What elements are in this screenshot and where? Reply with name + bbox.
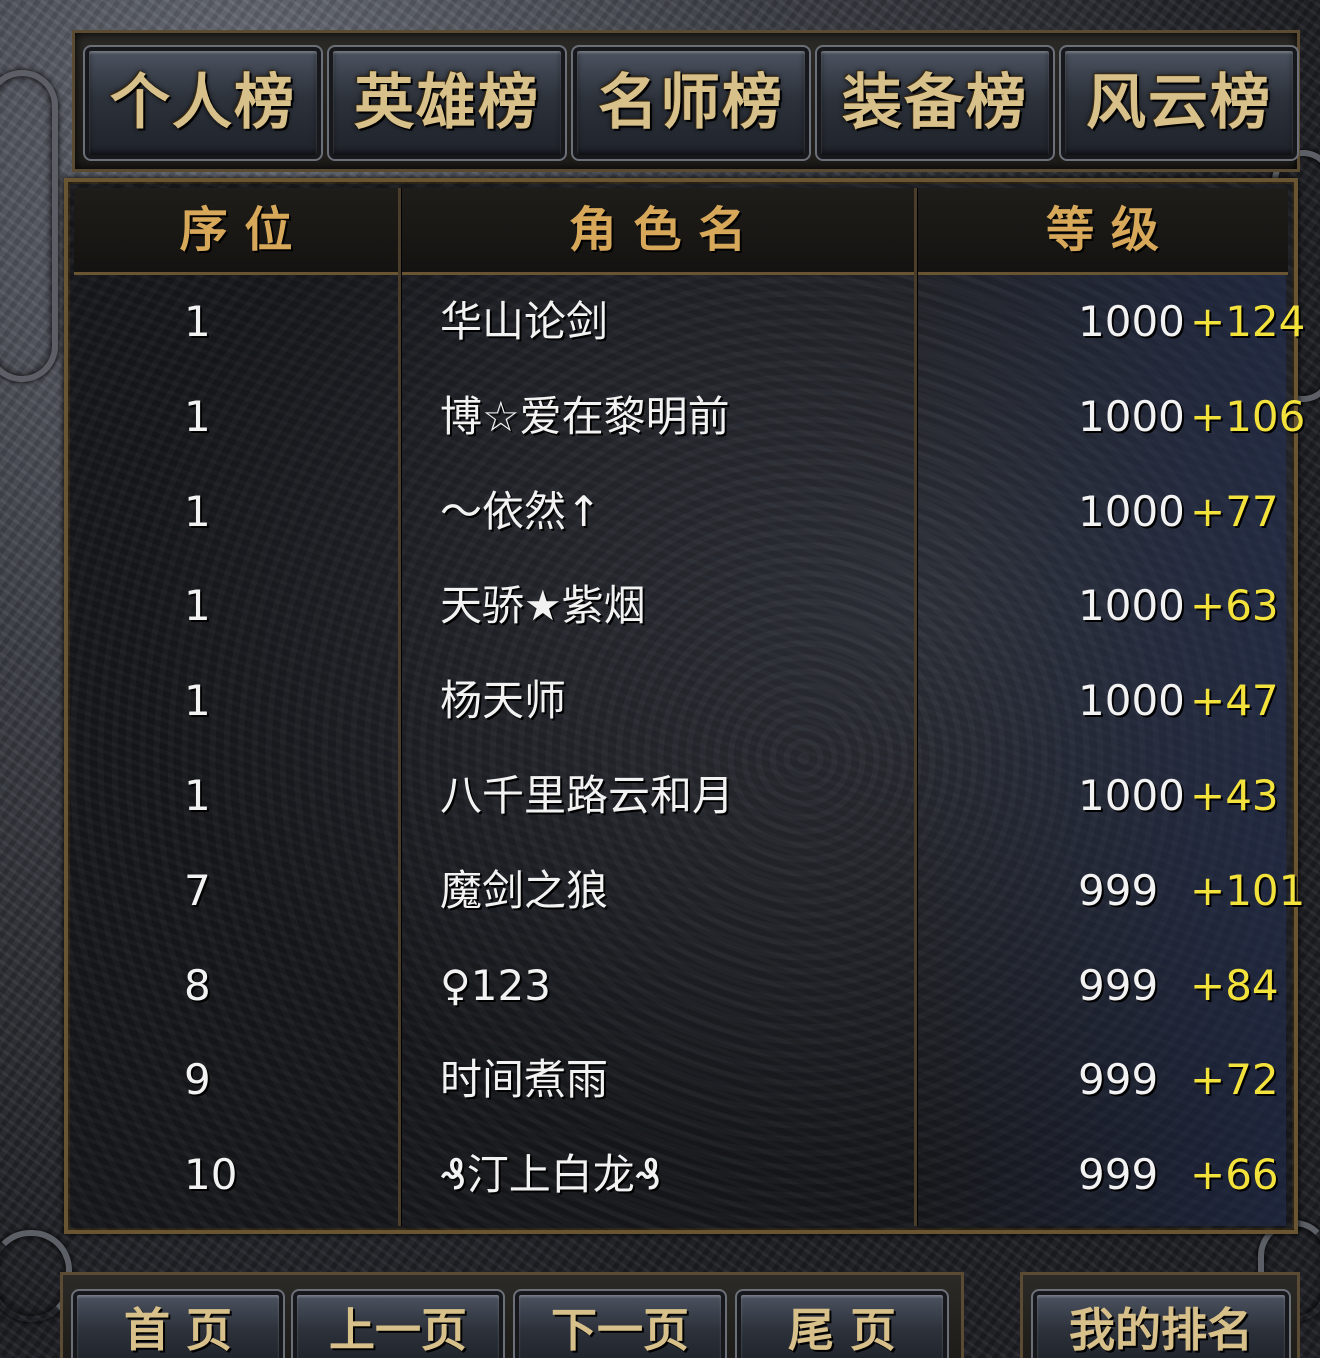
- tab-fengyun-ranking[interactable]: 风云榜: [1059, 45, 1299, 161]
- ranking-table: 序 位 角 色 名 等 级 1 华山论剑 1000 +124 1 博☆爱在黎明前 1000 +…: [64, 178, 1305, 1234]
- table-row[interactable]: 1 ～依然↑ 1000 +77: [74, 464, 1288, 559]
- level-cell: 999: [1078, 865, 1159, 915]
- character-name-cell: 八千里路云和月: [440, 771, 735, 820]
- tab-personal-ranking[interactable]: 个人榜: [83, 45, 323, 161]
- tab-equipment-ranking[interactable]: 装备榜: [815, 45, 1055, 161]
- level-bonus-cell: +63: [1190, 581, 1279, 631]
- level-bonus-cell: +124: [1190, 297, 1306, 346]
- character-name-cell: 杨天师: [440, 676, 567, 726]
- rank-cell: 1: [184, 391, 211, 441]
- rank-cell: 1: [184, 581, 211, 631]
- rank-cell: 10: [184, 1150, 238, 1200]
- header-level: 等 级: [1046, 202, 1159, 258]
- my-rank-button[interactable]: 我的排名: [1031, 1289, 1291, 1358]
- character-name-cell: 天骄★紫烟: [440, 581, 646, 631]
- level-bonus-cell: +47: [1190, 676, 1279, 726]
- prev-page-button[interactable]: 上一页: [291, 1289, 505, 1358]
- table-row[interactable]: 10 ₰汀上白龙₰ 999 +66: [74, 1127, 1288, 1222]
- level-cell: 1000: [1078, 771, 1185, 820]
- level-cell: 999: [1078, 1055, 1159, 1105]
- level-cell: 1000: [1078, 676, 1185, 726]
- level-cell: 1000: [1078, 297, 1185, 346]
- level-cell: 1000: [1078, 581, 1185, 631]
- table-row[interactable]: 7 魔剑之狼 999 +101: [74, 843, 1305, 938]
- ranking-tab-bar: 个人榜 英雄榜 名师榜 装备榜 风云榜: [72, 30, 1300, 172]
- table-row[interactable]: 1 华山论剑 1000 +124: [74, 274, 1305, 369]
- character-name-cell: ～依然↑: [440, 486, 602, 536]
- table-row[interactable]: 1 八千里路云和月 1000 +43: [74, 748, 1288, 843]
- first-page-button[interactable]: 首 页: [71, 1289, 285, 1358]
- left-ornament: [0, 70, 58, 382]
- character-name-cell: 魔剑之狼: [440, 865, 609, 915]
- table-row[interactable]: 1 博☆爱在黎明前 1000 +106: [74, 369, 1305, 464]
- rank-cell: 9: [184, 1055, 211, 1105]
- level-cell: 1000: [1078, 391, 1185, 441]
- rank-cell: 1: [184, 676, 211, 726]
- character-name-cell: 时间煮雨: [440, 1055, 609, 1105]
- level-bonus-cell: +66: [1190, 1150, 1279, 1200]
- character-name-cell: ♀123: [440, 960, 551, 1010]
- pagination-bar: 首 页 上一页 下一页 尾 页: [60, 1272, 964, 1358]
- level-bonus-cell: +77: [1190, 486, 1279, 536]
- next-page-button[interactable]: 下一页: [513, 1289, 727, 1358]
- header-character-name: 角 色 名: [568, 202, 747, 258]
- level-cell: 999: [1078, 1150, 1159, 1200]
- level-bonus-cell: +101: [1190, 865, 1306, 915]
- rank-cell: 8: [184, 960, 211, 1010]
- tab-master-ranking[interactable]: 名师榜: [571, 45, 811, 161]
- level-bonus-cell: +72: [1190, 1055, 1279, 1105]
- table-row[interactable]: 8 ♀123 999 +84: [74, 938, 1288, 1033]
- ranking-window: 个人榜 英雄榜 名师榜 装备榜 风云榜 序 位 角 色 名 等 级 1 华山论剑 1…: [0, 0, 1320, 1358]
- level-bonus-cell: +106: [1190, 391, 1306, 441]
- table-row[interactable]: 9 时间煮雨 999 +72: [74, 1032, 1288, 1127]
- level-bonus-cell: +84: [1190, 960, 1279, 1010]
- level-cell: 1000: [1078, 486, 1185, 536]
- table-row[interactable]: 1 天骄★紫烟 1000 +63: [74, 558, 1288, 653]
- character-name-cell: 华山论剑: [440, 297, 609, 346]
- header-rank: 序 位: [179, 202, 293, 258]
- level-bonus-cell: +43: [1190, 771, 1279, 820]
- rank-cell: 1: [184, 297, 211, 346]
- rank-cell: 1: [184, 771, 211, 820]
- table-row[interactable]: 1 杨天师 1000 +47: [74, 653, 1288, 748]
- rank-cell: 7: [184, 865, 211, 915]
- rank-cell: 1: [184, 486, 211, 536]
- last-page-button[interactable]: 尾 页: [735, 1289, 949, 1358]
- level-cell: 999: [1078, 960, 1159, 1010]
- character-name-cell: 博☆爱在黎明前: [440, 391, 730, 441]
- tab-hero-ranking[interactable]: 英雄榜: [327, 45, 567, 161]
- my-rank-bar: 我的排名: [1020, 1272, 1300, 1358]
- character-name-cell: ₰汀上白龙₰: [440, 1150, 662, 1200]
